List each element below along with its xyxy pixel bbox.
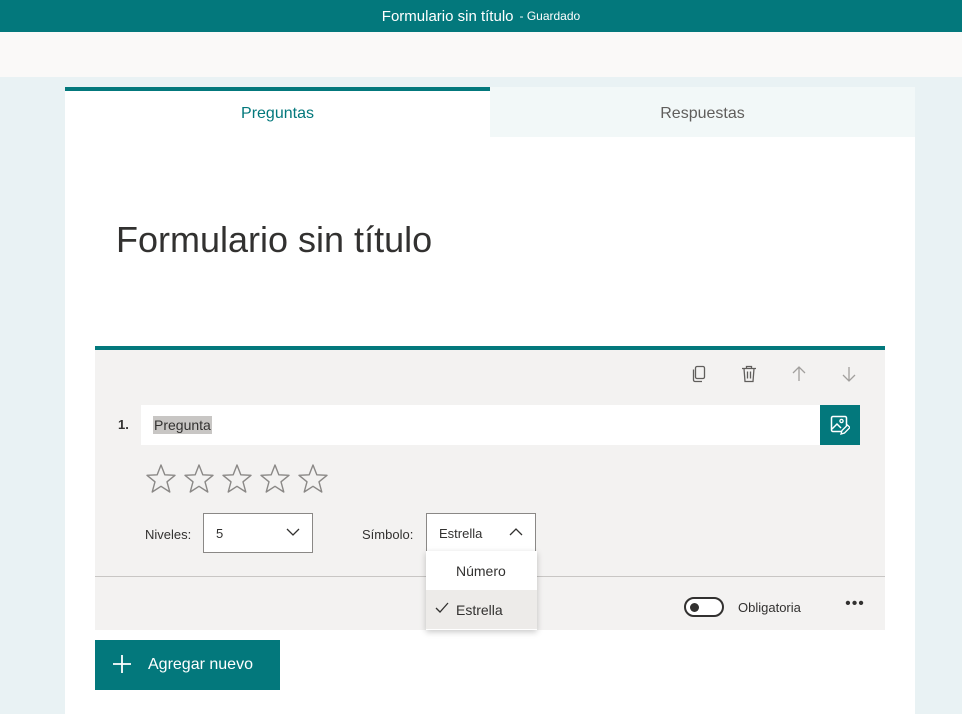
chevron-up-icon	[509, 528, 523, 536]
arrow-up-icon	[792, 366, 806, 381]
star-icon	[298, 464, 328, 493]
levels-value: 5	[216, 525, 224, 541]
toolbar	[0, 32, 962, 77]
more-icon: •••	[845, 595, 865, 612]
star-icon	[222, 464, 252, 493]
symbol-select[interactable]: Estrella	[426, 513, 536, 553]
star-icon	[184, 464, 214, 493]
symbol-label: Símbolo:	[362, 527, 414, 542]
star-icon	[146, 464, 176, 493]
toggle-knob	[690, 603, 699, 612]
document-title: Formulario sin título	[381, 7, 514, 25]
check-icon	[435, 602, 449, 613]
chevron-down-icon	[286, 528, 300, 536]
top-bar: Formulario sin título - Guardado	[0, 0, 962, 32]
question-actions	[683, 358, 865, 390]
symbol-dropdown-menu: Número Estrella	[426, 551, 537, 630]
arrow-down-icon	[842, 367, 856, 382]
option-label: Estrella	[456, 601, 503, 618]
delete-question-button[interactable]	[733, 358, 765, 390]
plus-icon	[113, 655, 131, 673]
question-number: 1.	[118, 417, 129, 432]
insert-media-button[interactable]	[820, 405, 860, 445]
add-new-label: Agregar nuevo	[148, 656, 253, 673]
add-new-button[interactable]: Agregar nuevo	[95, 640, 280, 690]
form-title[interactable]: Formulario sin título	[116, 219, 432, 261]
levels-select[interactable]: 5	[203, 513, 313, 553]
symbol-value: Estrella	[439, 525, 483, 541]
move-down-button[interactable]	[833, 358, 865, 390]
star-icon	[260, 464, 290, 493]
tab-bar: Preguntas Respuestas	[65, 87, 915, 137]
move-up-button[interactable]	[783, 358, 815, 390]
delete-icon	[742, 365, 756, 383]
tab-respuestas[interactable]: Respuestas	[490, 87, 915, 137]
question-text-input[interactable]: Pregunta	[141, 405, 821, 445]
question-text: Pregunta	[153, 416, 212, 434]
levels-label: Niveles:	[145, 527, 192, 542]
required-label: Obligatoria	[738, 600, 801, 615]
image-edit-icon	[830, 415, 850, 435]
more-options-button[interactable]: •••	[843, 592, 867, 616]
save-status: - Guardado	[519, 9, 581, 23]
option-label: Número	[456, 562, 506, 579]
tab-preguntas[interactable]: Preguntas	[65, 87, 490, 137]
copy-question-button[interactable]	[683, 358, 715, 390]
required-toggle[interactable]	[684, 597, 724, 617]
copy-icon	[692, 365, 706, 383]
dropdown-option-numero[interactable]: Número	[426, 551, 537, 590]
dropdown-option-estrella[interactable]: Estrella	[426, 590, 537, 629]
star-rating-preview	[145, 463, 329, 495]
